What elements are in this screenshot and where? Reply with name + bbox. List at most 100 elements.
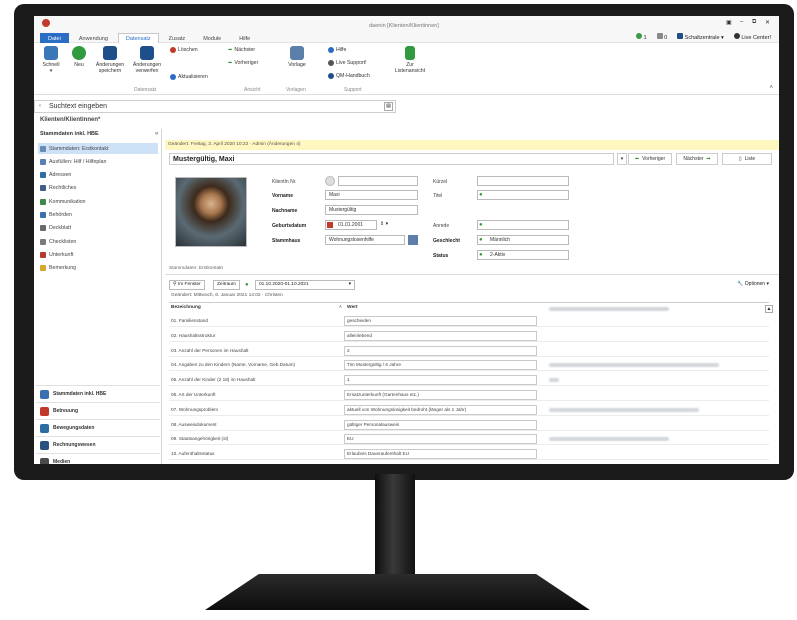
- live-support-button[interactable]: Live Support!: [328, 60, 367, 66]
- vorname-field[interactable]: Maxi: [325, 190, 418, 200]
- ribbon-options-icon[interactable]: ▣: [726, 19, 732, 26]
- refresh-button[interactable]: Aktualisieren: [170, 74, 208, 80]
- table-row[interactable]: 03. Anzahl der Personen im Haushalt 2: [169, 345, 769, 357]
- restore-icon[interactable]: ⧉: [752, 19, 756, 26]
- table-row[interactable]: 10. Aufenthaltsstatus Erlaubnis Daueraufe…: [169, 448, 769, 461]
- module-button[interactable]: Medien: [36, 453, 160, 464]
- collapse-sidebar-icon[interactable]: «: [155, 131, 158, 137]
- table-row[interactable]: 04. Angaben zu den Kindern (Name, Vornam…: [169, 359, 769, 372]
- person-icon: [328, 60, 334, 66]
- list-view-button[interactable]: Zur Listenansicht: [390, 46, 430, 74]
- status-select[interactable]: 2-Aktiv: [477, 250, 569, 260]
- calendar-icon[interactable]: [327, 222, 333, 228]
- date-stepper[interactable]: ⇕ ▾: [380, 221, 388, 227]
- sidebar-item[interactable]: Rechtliches: [38, 183, 158, 194]
- row-value-field[interactable]: 2: [344, 345, 537, 356]
- search-options-icon[interactable]: ▤: [384, 102, 393, 111]
- table-row[interactable]: 09. Staatsangehörigkeit (st) EU: [169, 433, 769, 446]
- sidebar-item[interactable]: Adressen: [38, 170, 158, 181]
- anrede-select[interactable]: [477, 220, 569, 230]
- label-status: Status: [433, 253, 449, 259]
- search-box[interactable]: ‹ Suchtext eingeben ▤: [34, 100, 396, 113]
- zeitraum-button[interactable]: Zeitraum: [213, 280, 240, 290]
- klientin-nr-field[interactable]: [338, 176, 418, 186]
- row-value-field[interactable]: alleinlebend: [344, 330, 537, 341]
- date-range-select[interactable]: 01.10.2020-01.10.2021 ▾: [255, 280, 355, 290]
- module-button[interactable]: Stammdaten inkl. HBE: [36, 385, 160, 402]
- new-button[interactable]: Neu: [68, 46, 90, 68]
- im-fenster-button[interactable]: ⚲ Im Fenster: [169, 280, 205, 290]
- sidebar-item[interactable]: Behörden: [38, 210, 158, 221]
- row-label: 04. Angaben zu den Kindern (Name, Vornam…: [171, 362, 296, 368]
- close-icon[interactable]: ✕: [765, 19, 770, 26]
- titel-select[interactable]: [477, 190, 569, 200]
- list-button[interactable]: ▯ Liste: [722, 153, 772, 165]
- scroll-up-icon[interactable]: ▲: [765, 305, 773, 313]
- save-button[interactable]: Änderungen speichern: [94, 46, 126, 74]
- module-button[interactable]: Rechnungswesen: [36, 436, 160, 453]
- row-value-field[interactable]: Ersatzunterkunft (Gartenhaus etc.): [344, 390, 537, 400]
- record-dropdown[interactable]: ▾: [617, 153, 627, 165]
- row-value-field[interactable]: EU: [344, 434, 537, 445]
- sidebar-item[interactable]: Unterkunft: [38, 249, 158, 260]
- table-row[interactable]: 06. Art der Unterkunft Ersatzunterkunft (…: [169, 389, 769, 401]
- sidebar-item[interactable]: Ausfüllen: Hilf / Hilfeplan: [38, 156, 158, 167]
- chevron-left-icon: ‹: [39, 103, 41, 109]
- sort-icon[interactable]: ˄: [339, 305, 342, 310]
- geschlecht-select[interactable]: Männlich: [477, 235, 569, 245]
- row-value-field[interactable]: gültiger Personalausweis: [344, 419, 537, 430]
- sidebar-item[interactable]: Deckblatt: [38, 223, 158, 234]
- col-wert[interactable]: Wert: [347, 305, 358, 310]
- next-button[interactable]: ➡ Nächster: [228, 47, 255, 53]
- live-center-button[interactable]: Live Center!: [733, 33, 771, 41]
- sidebar-item[interactable]: Stammdaten: Erstkontakt: [38, 143, 158, 154]
- sidebar-item[interactable]: Bemerkung: [38, 263, 158, 274]
- table-row[interactable]: 01. Familienstand geschieden: [169, 315, 769, 327]
- nachname-field[interactable]: Mustergültig: [325, 205, 418, 215]
- prev-record-button[interactable]: ⬅ Vorheriger: [628, 153, 672, 165]
- tag-icon: ●: [479, 252, 483, 258]
- notifications[interactable]: 1: [635, 33, 647, 41]
- template-button[interactable]: Vorlage: [284, 46, 310, 68]
- row-value-field[interactable]: aktuell von Wohnungslosigkeit bedroht (l…: [344, 404, 537, 415]
- table-row[interactable]: 07. Wohnungsproblem aktuell von Wohnungsl…: [169, 404, 769, 416]
- module-button[interactable]: Betreuung: [36, 402, 160, 419]
- document-icon: [40, 158, 46, 165]
- table-row[interactable]: 08. Ausweisdokument gültiger Personalausw…: [169, 419, 769, 431]
- previous-button[interactable]: ⬅ Vorheriger: [228, 60, 258, 66]
- minimize-icon[interactable]: –: [740, 19, 743, 25]
- schaltzentrale-button[interactable]: Schaltzentrale ▾: [677, 33, 724, 41]
- collapse-ribbon-icon[interactable]: ˄: [769, 85, 773, 91]
- qm-handbook-button[interactable]: QM-Handbuch: [328, 73, 370, 79]
- row-value-field[interactable]: geschieden: [344, 316, 537, 326]
- sidebar-item[interactable]: Checklisten: [38, 236, 158, 247]
- help-icon: [328, 47, 334, 53]
- next-record-button[interactable]: Nächster ➡: [676, 153, 718, 165]
- sidebar-item[interactable]: Kommunikation: [38, 196, 158, 207]
- table-row[interactable]: 05. Anzahl der Kinder (2 18) im Haushalt…: [169, 374, 769, 387]
- client-photo: [175, 177, 247, 247]
- wrench-icon: 🔧: [737, 281, 744, 287]
- table-row[interactable]: 02. Haushaltsstruktur alleinlebend: [169, 330, 769, 342]
- id-info-icon[interactable]: [325, 176, 335, 186]
- module-button[interactable]: Bewegungsdaten: [36, 419, 160, 436]
- row-value-field[interactable]: 1: [344, 375, 537, 386]
- save-icon: [103, 46, 117, 60]
- discard-button[interactable]: Änderungen verwerfen: [130, 46, 164, 74]
- stammhaus-field[interactable]: Wohnungslosenhilfe: [325, 235, 405, 245]
- building-icon[interactable]: [408, 235, 418, 245]
- delete-button[interactable]: Löschen: [170, 47, 198, 53]
- row-label: 01. Familienstand: [171, 318, 208, 323]
- options-button[interactable]: 🔧 Optionen ▾: [737, 281, 769, 287]
- col-bezeichnung[interactable]: Bezeichnung: [171, 305, 201, 310]
- arrows-icon: [40, 423, 49, 433]
- phone-icon: [40, 198, 46, 205]
- row-value-field[interactable]: Tim Mustergültig / 6 Jahre: [344, 360, 537, 371]
- messages[interactable]: 0: [656, 33, 667, 41]
- schnell-button[interactable]: Schnell ▾: [40, 46, 62, 74]
- kuerzel-field[interactable]: [477, 176, 569, 186]
- row-value-field[interactable]: Erlaubnis Daueraufenthalt EU: [344, 449, 537, 460]
- label-klientin-nr: KlientIn Nr.: [272, 179, 297, 185]
- help-button[interactable]: Hilfe: [328, 47, 346, 53]
- search-input[interactable]: Suchtext eingeben: [49, 103, 107, 110]
